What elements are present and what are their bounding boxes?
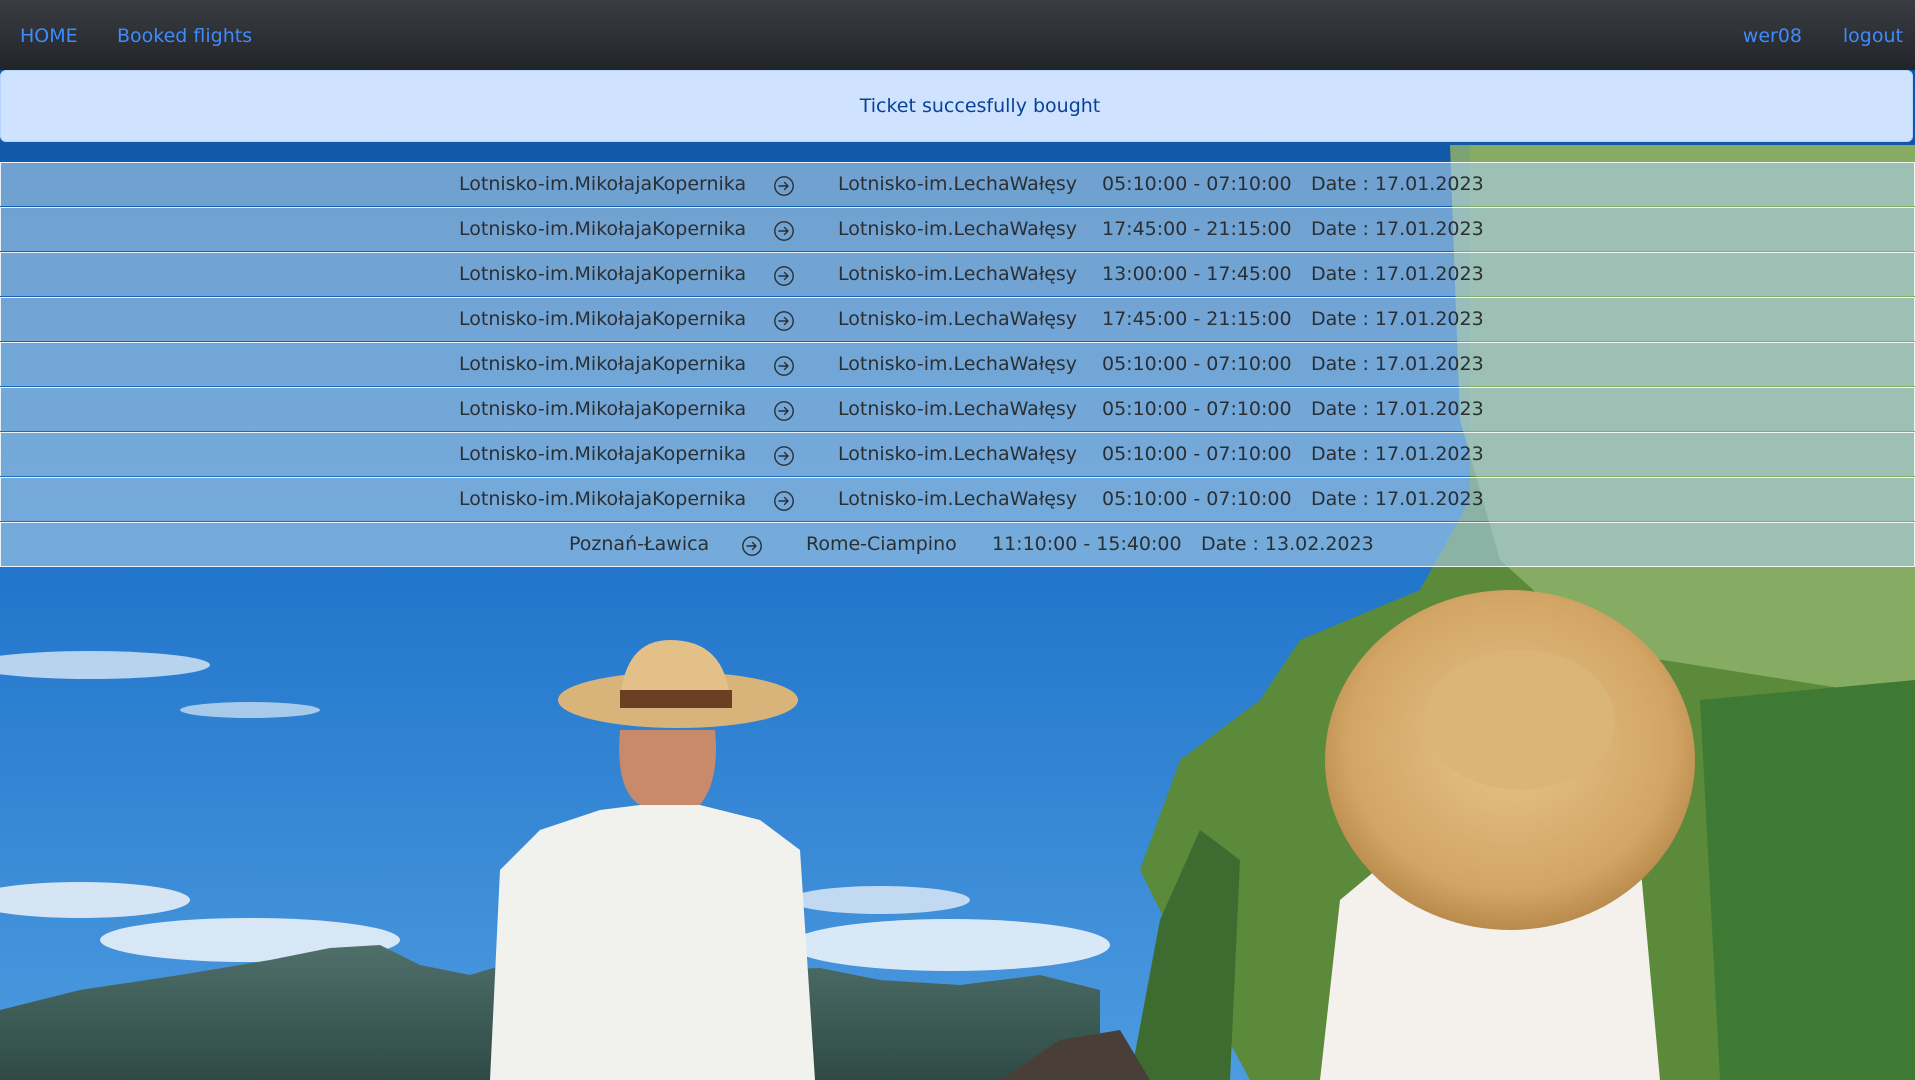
nav-home-link[interactable]: HOME: [20, 22, 78, 50]
arrow-right-circle-icon: [774, 266, 794, 286]
arrow-right-circle-icon: [774, 221, 794, 241]
flight-time: 13:00:00 - 17:45:00: [1102, 263, 1292, 285]
arrow-right-circle-icon: [774, 176, 794, 196]
nav-logout-link[interactable]: logout: [1843, 22, 1903, 50]
flight-origin: Lotnisko-im.MikołajaKopernika: [459, 353, 747, 375]
flight-date: Date : 17.01.2023: [1311, 398, 1484, 420]
arrow-right-circle-icon: [742, 536, 762, 556]
flight-row[interactable]: Lotnisko-im.MikołajaKopernika Lotnisko-i…: [0, 342, 1915, 386]
booked-flights-list: Lotnisko-im.MikołajaKopernika Lotnisko-i…: [0, 162, 1915, 568]
flight-row[interactable]: Lotnisko-im.MikołajaKopernika Lotnisko-i…: [0, 387, 1915, 431]
arrow-right-circle-icon: [774, 311, 794, 331]
flight-row[interactable]: Poznań-Ławica Rome-Ciampino 11:10:00 - 1…: [0, 522, 1915, 567]
flight-destination: Lotnisko-im.LechaWałęsy: [838, 263, 1078, 285]
flight-destination: Lotnisko-im.LechaWałęsy: [838, 218, 1078, 240]
flight-destination: Lotnisko-im.LechaWałęsy: [838, 353, 1078, 375]
flight-time: 05:10:00 - 07:10:00: [1102, 398, 1292, 420]
flight-origin: Lotnisko-im.MikołajaKopernika: [459, 398, 747, 420]
flight-destination: Lotnisko-im.LechaWałęsy: [838, 308, 1078, 330]
flight-date: Date : 17.01.2023: [1311, 173, 1484, 195]
flight-date: Date : 13.02.2023: [1201, 533, 1374, 555]
flight-origin: Lotnisko-im.MikołajaKopernika: [459, 488, 747, 510]
arrow-right-circle-icon: [774, 401, 794, 421]
flight-destination: Lotnisko-im.LechaWałęsy: [838, 398, 1078, 420]
flight-date: Date : 17.01.2023: [1311, 308, 1484, 330]
arrow-right-circle-icon: [774, 491, 794, 511]
flight-time: 11:10:00 - 15:40:00: [992, 533, 1182, 555]
flight-time: 17:45:00 - 21:15:00: [1102, 218, 1292, 240]
success-alert: Ticket succesfully bought: [0, 70, 1913, 142]
arrow-right-circle-icon: [774, 356, 794, 376]
flight-origin: Lotnisko-im.MikołajaKopernika: [459, 173, 747, 195]
flight-origin: Lotnisko-im.MikołajaKopernika: [459, 263, 747, 285]
flight-row[interactable]: Lotnisko-im.MikołajaKopernika Lotnisko-i…: [0, 207, 1915, 251]
nav-booked-flights-link[interactable]: Booked flights: [117, 22, 252, 50]
flight-origin: Poznań-Ławica: [569, 533, 710, 555]
flight-origin: Lotnisko-im.MikołajaKopernika: [459, 443, 747, 465]
top-navbar: HOME Booked flights wer08 logout: [0, 0, 1915, 70]
flight-row[interactable]: Lotnisko-im.MikołajaKopernika Lotnisko-i…: [0, 162, 1915, 206]
flight-origin: Lotnisko-im.MikołajaKopernika: [459, 218, 747, 240]
flight-time: 05:10:00 - 07:10:00: [1102, 353, 1292, 375]
flight-date: Date : 17.01.2023: [1311, 218, 1484, 240]
flight-date: Date : 17.01.2023: [1311, 263, 1484, 285]
flight-time: 05:10:00 - 07:10:00: [1102, 443, 1292, 465]
flight-date: Date : 17.01.2023: [1311, 443, 1484, 465]
flight-time: 05:10:00 - 07:10:00: [1102, 173, 1292, 195]
flight-date: Date : 17.01.2023: [1311, 488, 1484, 510]
nav-username-link[interactable]: wer08: [1743, 22, 1802, 50]
flight-destination: Rome-Ciampino: [806, 533, 957, 555]
flight-row[interactable]: Lotnisko-im.MikołajaKopernika Lotnisko-i…: [0, 432, 1915, 476]
flight-time: 05:10:00 - 07:10:00: [1102, 488, 1292, 510]
flight-destination: Lotnisko-im.LechaWałęsy: [838, 443, 1078, 465]
flight-destination: Lotnisko-im.LechaWałęsy: [838, 488, 1078, 510]
flight-row[interactable]: Lotnisko-im.MikołajaKopernika Lotnisko-i…: [0, 252, 1915, 296]
flight-time: 17:45:00 - 21:15:00: [1102, 308, 1292, 330]
flight-destination: Lotnisko-im.LechaWałęsy: [838, 173, 1078, 195]
flight-row[interactable]: Lotnisko-im.MikołajaKopernika Lotnisko-i…: [0, 297, 1915, 341]
arrow-right-circle-icon: [774, 446, 794, 466]
flight-date: Date : 17.01.2023: [1311, 353, 1484, 375]
flight-row[interactable]: Lotnisko-im.MikołajaKopernika Lotnisko-i…: [0, 477, 1915, 521]
alert-message: Ticket succesfully bought: [859, 95, 1101, 117]
flight-origin: Lotnisko-im.MikołajaKopernika: [459, 308, 747, 330]
